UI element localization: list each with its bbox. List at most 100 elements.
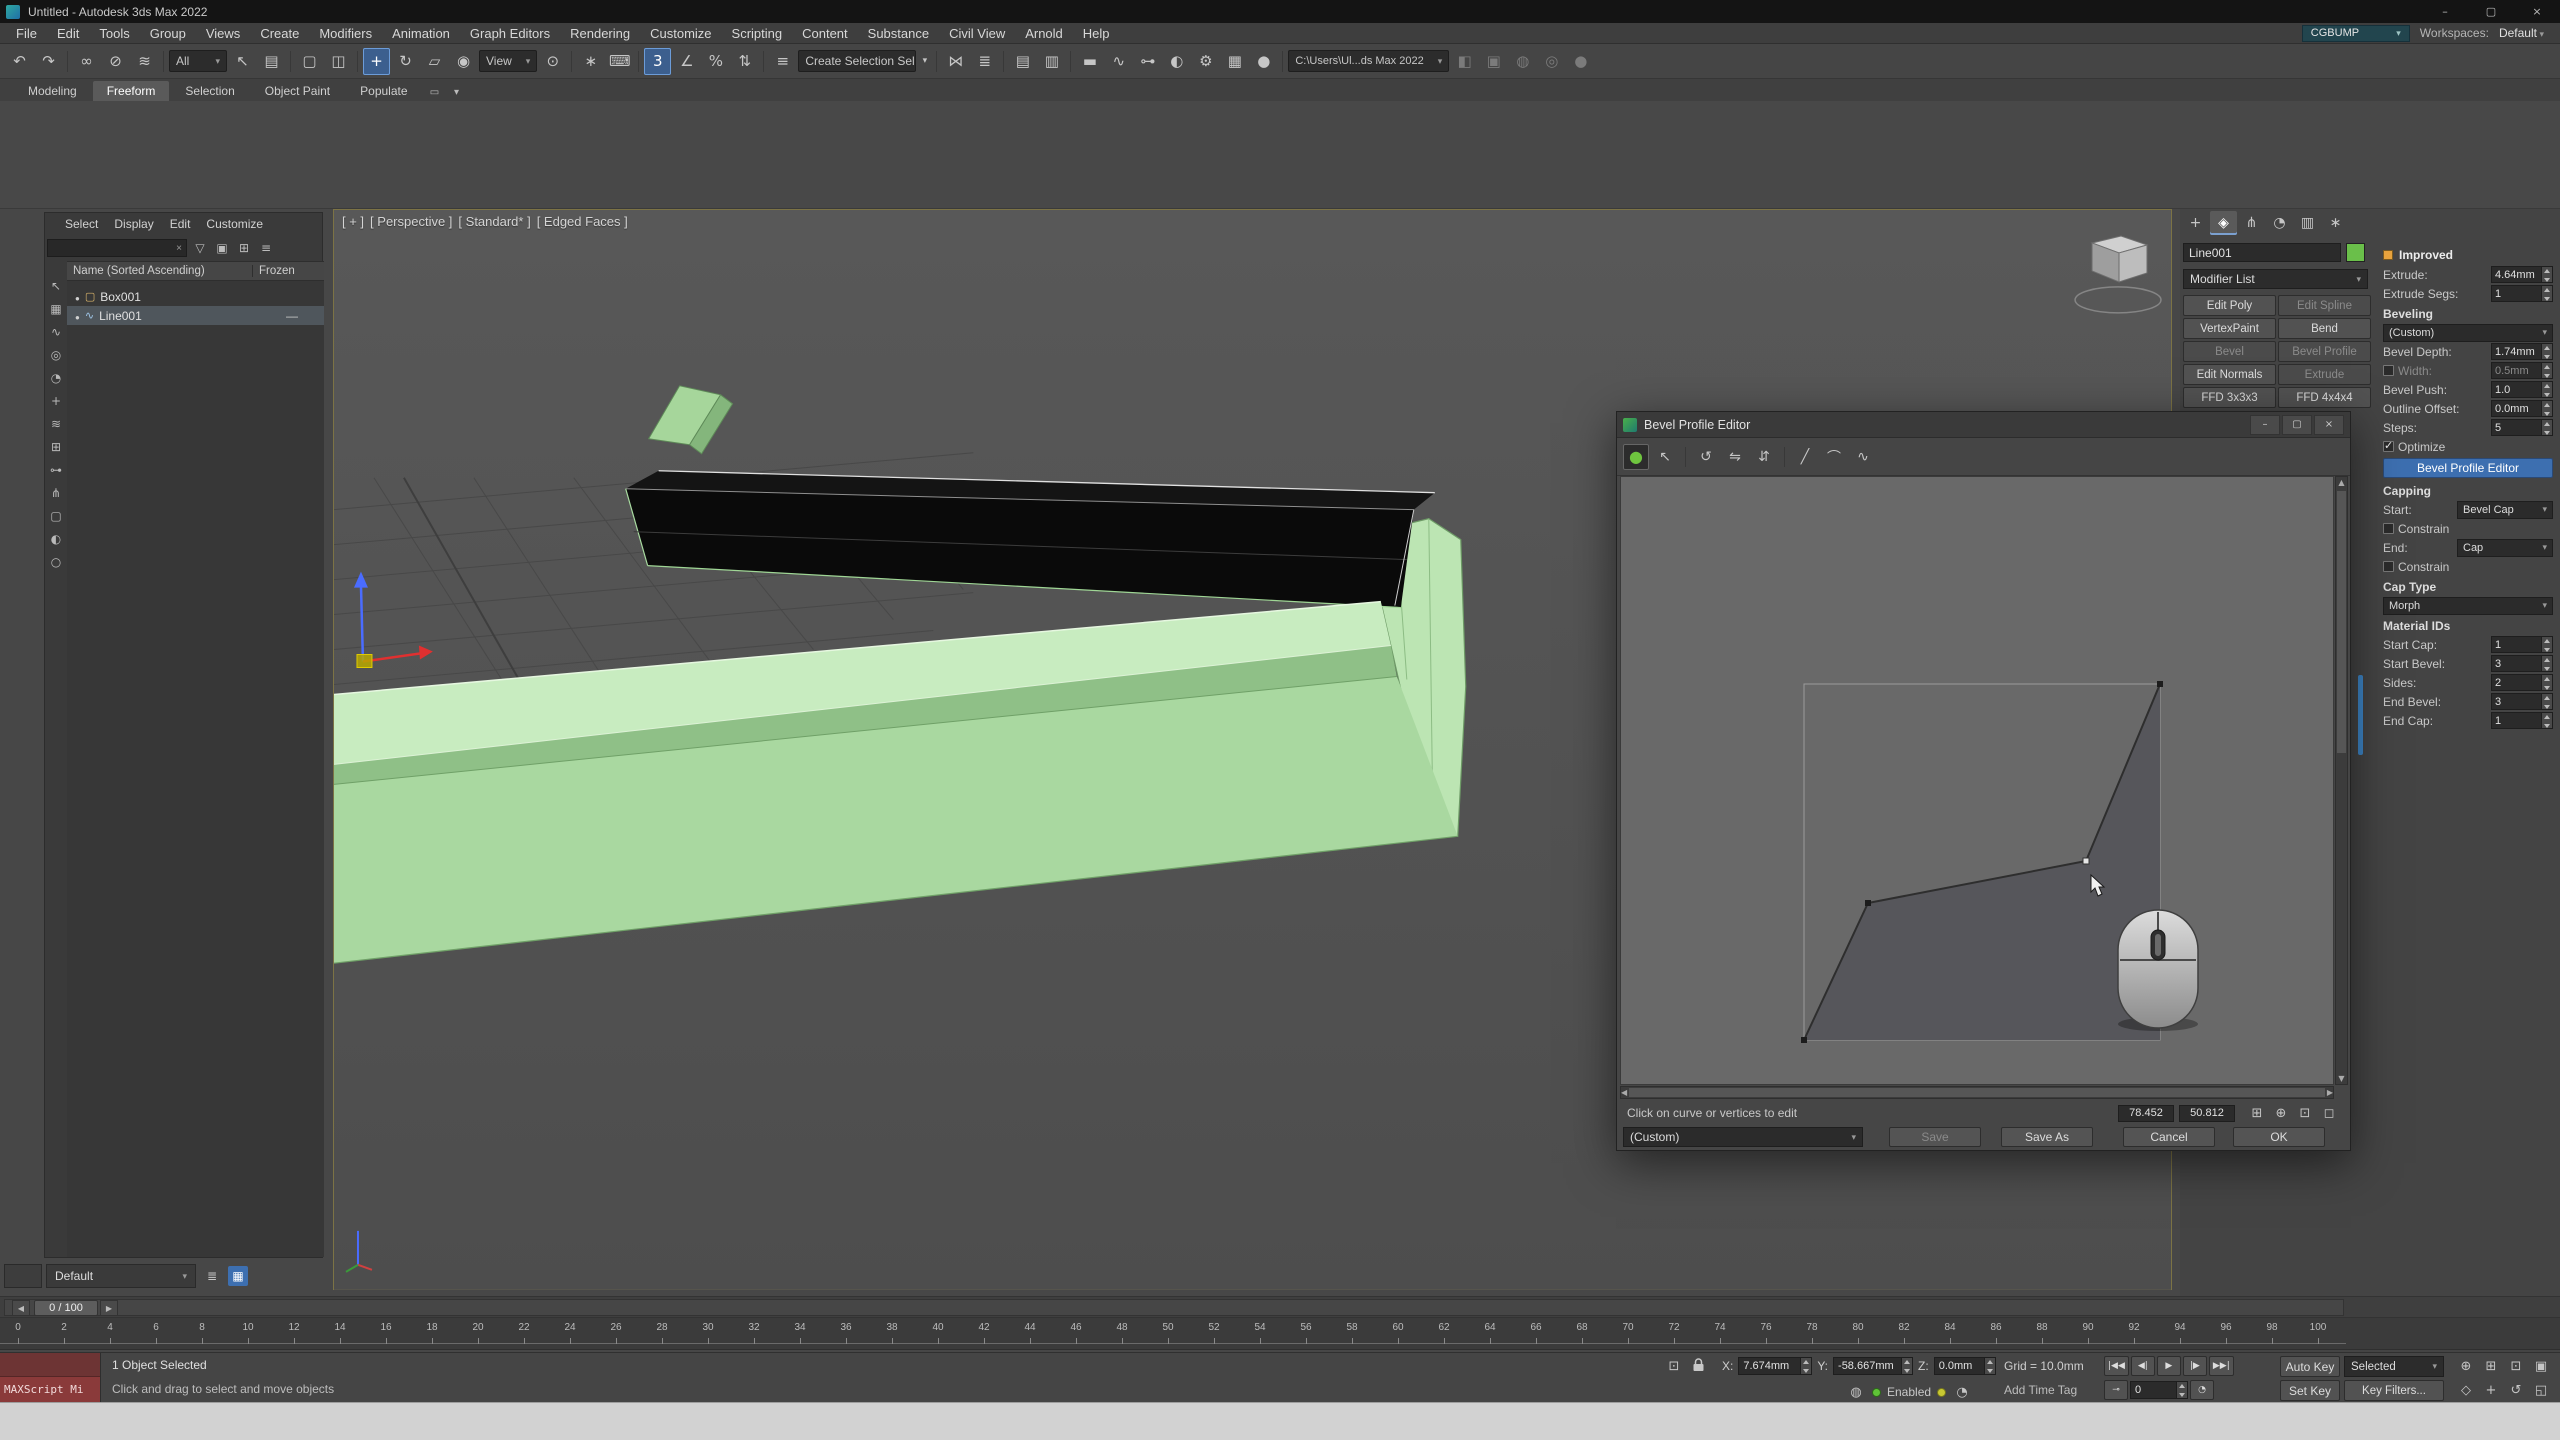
- profile-shape[interactable]: [1804, 684, 2160, 1040]
- modifier-button[interactable]: Bevel Profile: [2278, 341, 2371, 362]
- modifier-button[interactable]: Edit Poly: [2183, 295, 2276, 316]
- param-spinner-field[interactable]: 2: [2491, 674, 2553, 691]
- mirror-icon[interactable]: ⋈: [942, 48, 969, 75]
- zoom-extents-icon[interactable]: ⊡: [2504, 1356, 2528, 1377]
- taskbar[interactable]: [0, 1402, 2560, 1440]
- checkbox[interactable]: [2383, 523, 2394, 534]
- z-coordinate-field[interactable]: 0.0mm: [1934, 1357, 1996, 1375]
- modifier-button[interactable]: Extrude: [2278, 364, 2371, 385]
- menu-item[interactable]: Group: [140, 23, 196, 43]
- spinner-arrows[interactable]: [2541, 382, 2552, 397]
- macro-recorder-row[interactable]: [0, 1353, 100, 1377]
- modifier-button[interactable]: Edit Normals: [2183, 364, 2276, 385]
- pan-icon[interactable]: ⊞: [2246, 1103, 2268, 1123]
- modifier-button[interactable]: Edit Spline: [2278, 295, 2371, 316]
- filter-icon[interactable]: ▽: [191, 239, 209, 257]
- curve-type-icon[interactable]: ∿: [1850, 444, 1876, 470]
- dialog-button[interactable]: Save: [1889, 1127, 1981, 1147]
- se-containers-filter-icon[interactable]: ▢: [47, 507, 65, 525]
- zoom-icon[interactable]: ⊕: [2454, 1356, 2478, 1377]
- spinner-arrows[interactable]: [2541, 344, 2552, 359]
- corner-point-icon[interactable]: ╱: [1792, 444, 1818, 470]
- viewport-label-segment[interactable]: [ Standard* ]: [458, 214, 530, 229]
- angle-snap-icon[interactable]: ∠: [673, 48, 700, 75]
- se-xrefs-filter-icon[interactable]: ⊶: [47, 461, 65, 479]
- next-frame-button[interactable]: |▶: [2183, 1356, 2207, 1376]
- mirror-vertical-icon[interactable]: ⇵: [1751, 444, 1777, 470]
- zoom-icon[interactable]: ⊕: [2270, 1103, 2292, 1123]
- listener-row[interactable]: MAXScript Mi: [0, 1377, 100, 1402]
- param-spinner-field[interactable]: 1.0: [2491, 381, 2553, 398]
- menu-item[interactable]: Edit: [47, 23, 89, 43]
- modifier-button[interactable]: FFD 4x4x4: [2278, 387, 2371, 408]
- rendered-frame-window-icon[interactable]: ▦: [1221, 48, 1248, 75]
- select-and-link-icon[interactable]: ∞: [73, 48, 100, 75]
- y-coordinate-field[interactable]: -58.667mm: [1833, 1357, 1913, 1375]
- maxscript-mini-listener[interactable]: MAXScript Mi: [0, 1353, 101, 1403]
- menu-item[interactable]: Customize: [640, 23, 721, 43]
- param-spinner-field[interactable]: 0.5mm: [2491, 362, 2553, 379]
- scene-explorer-toggle-icon[interactable]: ▤: [1009, 48, 1036, 75]
- render-iterative-icon[interactable]: ◍: [1509, 48, 1536, 75]
- project-folder-dropdown[interactable]: C:\Users\Ul...ds Max 2022: [1288, 50, 1449, 72]
- zoom-region-icon[interactable]: ◻: [2318, 1103, 2340, 1123]
- column-name[interactable]: Name (Sorted Ascending): [67, 265, 252, 277]
- auto-key-button[interactable]: Auto Key: [2280, 1356, 2340, 1377]
- search-input[interactable]: ×: [47, 239, 187, 257]
- spinner-arrows[interactable]: [2541, 420, 2552, 435]
- schematic-view-icon[interactable]: ⊶: [1134, 48, 1161, 75]
- tab-display[interactable]: ▥: [2294, 211, 2321, 235]
- param-dropdown[interactable]: Bevel Cap: [2457, 501, 2553, 519]
- select-by-name-icon[interactable]: ▤: [258, 48, 285, 75]
- preset-dropdown[interactable]: (Custom): [1623, 1127, 1863, 1147]
- select-and-move-icon[interactable]: +: [363, 48, 390, 75]
- select-object-icon[interactable]: ↖: [229, 48, 256, 75]
- param-dropdown[interactable]: (Custom): [2383, 324, 2553, 342]
- zoom-region-icon[interactable]: ◇: [2454, 1380, 2478, 1401]
- reference-coordinate-dropdown[interactable]: View: [479, 50, 537, 72]
- ribbon-tab[interactable]: Freeform: [93, 81, 170, 101]
- render-setup-icon[interactable]: ⚙: [1192, 48, 1219, 75]
- layout-preset-dropdown[interactable]: Default: [46, 1264, 196, 1288]
- time-slider-track[interactable]: [4, 1299, 2344, 1316]
- lock-explorer-icon[interactable]: ▣: [213, 239, 231, 257]
- use-pivot-point-icon[interactable]: ⊙: [539, 48, 566, 75]
- se-helpers-filter-icon[interactable]: +: [47, 392, 65, 410]
- current-frame-field[interactable]: 0: [2130, 1381, 2188, 1399]
- spinner-arrows[interactable]: [2541, 656, 2552, 671]
- dialog-minimize-button[interactable]: –: [2250, 415, 2280, 435]
- previous-frame-arrow[interactable]: ◀: [12, 1300, 30, 1316]
- param-spinner-field[interactable]: 1: [2491, 712, 2553, 729]
- menu-item[interactable]: Views: [196, 23, 250, 43]
- timeline-ruler[interactable]: 0246810121416182022242628303234363840424…: [0, 1318, 2560, 1350]
- set-key-button[interactable]: Set Key: [2280, 1380, 2340, 1401]
- zoom-extents-icon[interactable]: ⊡: [2294, 1103, 2316, 1123]
- menu-item[interactable]: Animation: [382, 23, 460, 43]
- viewport-label-segment[interactable]: [ Perspective ]: [370, 214, 452, 229]
- viewport-layout-tab[interactable]: [4, 1264, 42, 1288]
- undo-icon[interactable]: ↶: [6, 48, 33, 75]
- spinner-arrows[interactable]: [2541, 401, 2552, 416]
- x-coordinate-field[interactable]: 7.674mm: [1738, 1357, 1812, 1375]
- spinner-arrows[interactable]: [2541, 267, 2552, 282]
- modifier-button[interactable]: Bevel: [2183, 341, 2276, 362]
- redo-icon[interactable]: ↷: [35, 48, 62, 75]
- curve-editor-icon[interactable]: ∿: [1105, 48, 1132, 75]
- maximize-viewport-icon[interactable]: ◱: [2529, 1380, 2553, 1401]
- keyboard-override-icon[interactable]: ⌨: [606, 48, 633, 75]
- param-dropdown[interactable]: Cap: [2457, 539, 2553, 557]
- window-crossing-toggle-icon[interactable]: ◫: [325, 48, 352, 75]
- param-spinner-field[interactable]: 1: [2491, 285, 2553, 302]
- menu-item[interactable]: Content: [792, 23, 858, 43]
- workspace-value-dropdown[interactable]: Default: [2499, 26, 2544, 40]
- checkbox[interactable]: [2383, 441, 2394, 452]
- checkbox[interactable]: [2383, 365, 2394, 376]
- menu-item[interactable]: Arnold: [1015, 23, 1073, 43]
- profile-canvas[interactable]: [1620, 476, 2334, 1085]
- close-button[interactable]: ×: [2514, 0, 2560, 23]
- scene-explorer-row[interactable]: Line001 —: [67, 306, 324, 325]
- select-tool-icon[interactable]: ↖: [1652, 444, 1678, 470]
- se-geometry-filter-icon[interactable]: ▦: [47, 300, 65, 318]
- scene-explorer-menu[interactable]: Edit: [162, 217, 199, 231]
- minimize-button[interactable]: –: [2422, 0, 2468, 23]
